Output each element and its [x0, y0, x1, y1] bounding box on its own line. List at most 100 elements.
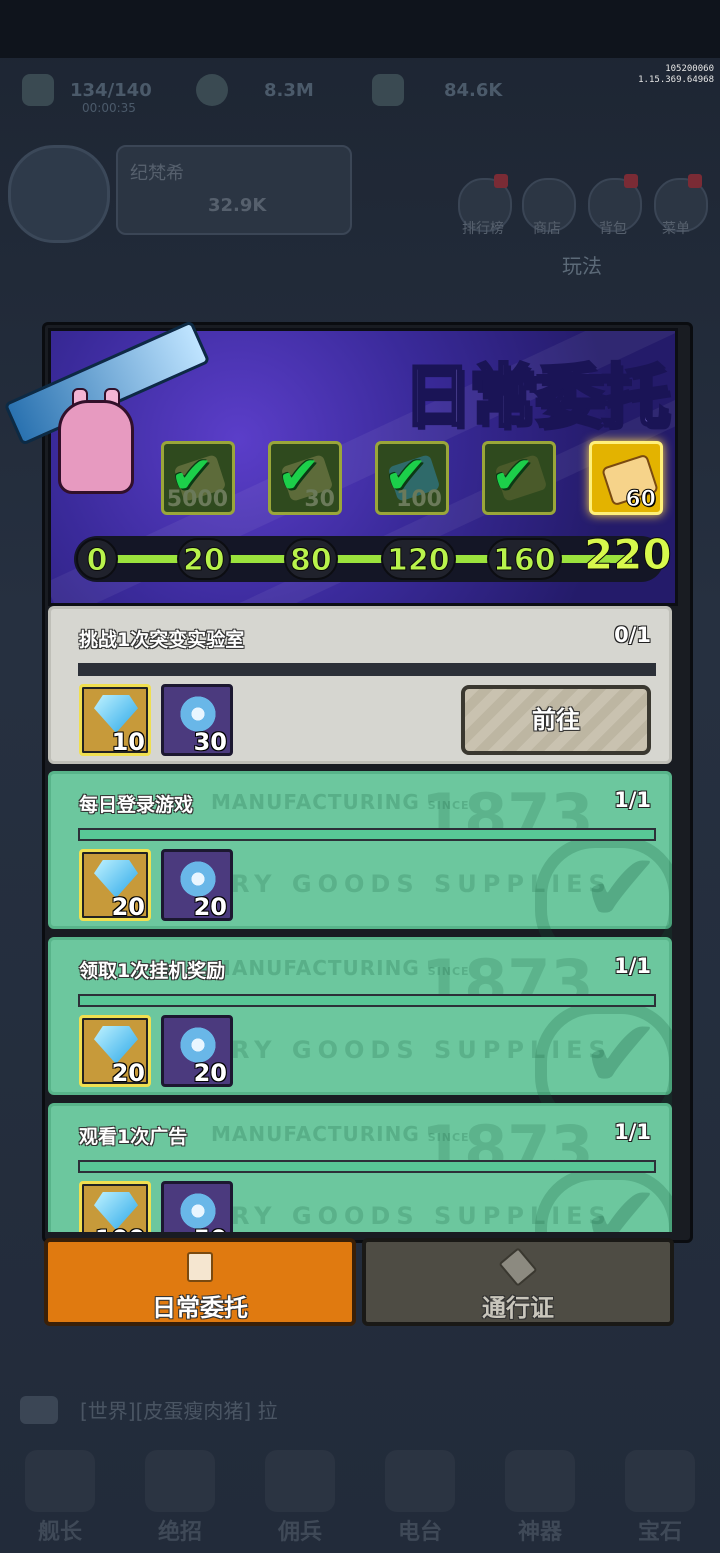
- skill-icon: [145, 1450, 215, 1512]
- status-bar: [0, 0, 720, 58]
- diamond-resource[interactable]: 84.6K: [372, 70, 502, 110]
- avatar[interactable]: [8, 145, 110, 243]
- gold-value: 8.3M: [264, 79, 314, 101]
- nav-artifact[interactable]: 神器: [490, 1450, 590, 1546]
- notification-dot: [494, 174, 508, 188]
- task-progress-bar: [78, 1160, 656, 1173]
- nav-label: 舰长: [37, 1520, 82, 1545]
- version-label: 105200060 1.15.369.64968: [638, 64, 714, 86]
- shop-label: 商店: [533, 221, 561, 237]
- task-name: 挑战1次突变实验室: [79, 629, 245, 651]
- player-card[interactable]: 纪梵希 32.9K: [8, 145, 352, 243]
- ticket-icon: [498, 1247, 538, 1287]
- tab-daily-commission[interactable]: 日常委托: [44, 1238, 356, 1326]
- check-icon: ✔: [384, 446, 428, 506]
- nav-label: 电台: [397, 1520, 442, 1545]
- nav-mercenary[interactable]: 佣兵: [250, 1450, 350, 1546]
- diamond-reward[interactable]: 10: [79, 684, 151, 756]
- milestone-160: 160: [487, 538, 562, 580]
- tab-pass[interactable]: 通行证: [362, 1238, 674, 1326]
- progress-fill: [80, 830, 654, 839]
- mercenary-icon: [265, 1450, 335, 1512]
- chat-bar[interactable]: [世界][皮蛋瘦肉猪] 拉: [20, 1395, 278, 1424]
- reward-qty: 100: [95, 1225, 145, 1232]
- milestone-120: 120: [381, 538, 456, 580]
- check-icon: ✔: [580, 1164, 661, 1232]
- bag-label: 背包: [599, 221, 627, 237]
- gear-reward[interactable]: 30: [161, 684, 233, 756]
- stamina-value: 134/140: [70, 79, 152, 101]
- reward-qty: 50: [194, 1225, 227, 1232]
- task-list[interactable]: 挑战1次突变实验室 0/1 10 30 前往 MANUFACTURING SIN…: [48, 606, 672, 1232]
- gear-reward[interactable]: 50: [161, 1181, 233, 1232]
- notification-dot: [624, 174, 638, 188]
- task-progress: 1/1: [614, 1120, 651, 1144]
- check-icon: ✔: [491, 446, 535, 506]
- gem-icon: [625, 1450, 695, 1512]
- task-row: MANUFACTURING SINCE 1873 RY GOODS SUPPLI…: [48, 771, 672, 970]
- reward-qty: 20: [111, 1059, 145, 1087]
- milestone-220: 220: [584, 530, 673, 579]
- version-number: 1.15.369.64968: [638, 75, 714, 85]
- gear-reward[interactable]: 20: [161, 1015, 233, 1087]
- book-icon: [187, 1252, 213, 1282]
- milestone-reward-5[interactable]: 60: [589, 441, 663, 515]
- chat-bubble-icon: [20, 1395, 58, 1424]
- task-progress: 1/1: [614, 954, 651, 978]
- play-label[interactable]: 玩法: [562, 250, 602, 279]
- chat-message: [世界][皮蛋瘦肉猪] 拉: [80, 1399, 278, 1423]
- gold-resource[interactable]: 8.3M: [196, 70, 314, 110]
- progress-fill: [80, 996, 654, 1005]
- task-name: 领取1次挂机奖励: [79, 960, 226, 982]
- diamond-icon: [372, 74, 404, 106]
- task-name: 观看1次广告: [79, 1126, 188, 1148]
- player-name: 纪梵希: [130, 163, 184, 184]
- check-icon: ✔: [170, 446, 214, 506]
- nav-label: 绝招: [157, 1520, 202, 1545]
- tab-label: 日常委托: [152, 1294, 248, 1322]
- check-icon: ✔: [580, 998, 661, 1110]
- task-progress-bar: [78, 828, 656, 841]
- gear-reward[interactable]: 20: [161, 849, 233, 921]
- tab-label: 通行证: [482, 1294, 554, 1322]
- nav-label: 神器: [517, 1520, 562, 1545]
- nav-skill[interactable]: 绝招: [130, 1450, 230, 1546]
- notification-dot: [688, 174, 702, 188]
- milestone-reward-4[interactable]: ✔: [482, 441, 556, 515]
- stamina-icon: [22, 74, 54, 106]
- radio-icon: [385, 1450, 455, 1512]
- task-row: MANUFACTURING SINCE 1873 RY GOODS SUPPLI…: [48, 937, 672, 1136]
- diamond-reward[interactable]: 20: [79, 849, 151, 921]
- reward-qty: 60: [625, 487, 657, 513]
- milestone-80: 80: [284, 538, 338, 580]
- task-progress-bar: [78, 663, 656, 676]
- milestone-reward-1[interactable]: 5000 ✔: [161, 441, 235, 515]
- milestone-0: 0: [76, 538, 118, 580]
- diamond-reward[interactable]: 20: [79, 1015, 151, 1087]
- player-power: 32.9K: [208, 195, 267, 216]
- nav-label: 佣兵: [277, 1520, 322, 1545]
- go-button[interactable]: 前往: [461, 685, 651, 755]
- check-icon: ✔: [580, 832, 661, 944]
- task-row: MANUFACTURING SINCE 1873 RY GOODS SUPPLI…: [48, 1103, 672, 1232]
- panel-title: 日常委托: [401, 357, 670, 439]
- milestone-reward-3[interactable]: 100 ✔: [375, 441, 449, 515]
- nav-gem[interactable]: 宝石: [610, 1450, 710, 1546]
- diamond-reward[interactable]: 100: [79, 1181, 151, 1232]
- nav-radio[interactable]: 电台: [370, 1450, 470, 1546]
- task-progress: 0/1: [614, 623, 651, 647]
- nav-label: 宝石: [637, 1520, 682, 1545]
- progress-fill: [80, 1162, 654, 1171]
- task-progress-bar: [78, 994, 656, 1007]
- menu-label: 菜单: [662, 221, 690, 237]
- reward-qty: 10: [111, 728, 145, 756]
- milestone-20: 20: [177, 538, 231, 580]
- version-build: 105200060: [665, 64, 714, 74]
- task-progress: 1/1: [614, 788, 651, 812]
- reward-qty: 20: [111, 893, 145, 921]
- ranking-label: 排行榜: [462, 221, 504, 237]
- hero-illustration: [58, 400, 134, 494]
- task-row: 挑战1次突变实验室 0/1 10 30 前往: [48, 606, 672, 764]
- nav-captain[interactable]: 舰长: [10, 1450, 110, 1546]
- milestone-reward-2[interactable]: 30 ✔: [268, 441, 342, 515]
